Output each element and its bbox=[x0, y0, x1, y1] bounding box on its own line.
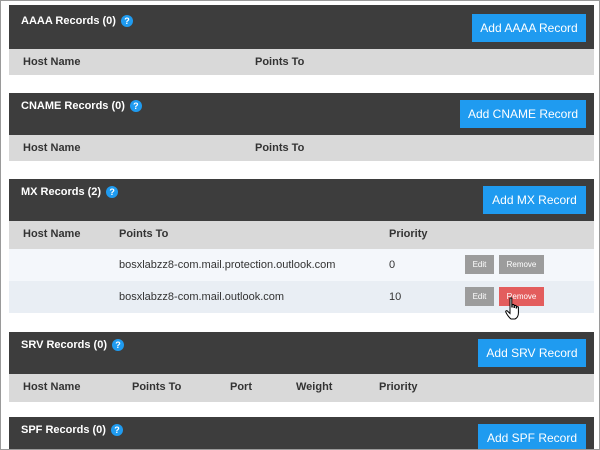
column-host-name: Host Name bbox=[23, 142, 81, 154]
column-port: Port bbox=[230, 381, 252, 393]
hand-pointer-icon bbox=[505, 297, 519, 320]
column-host-name: Host Name bbox=[23, 381, 81, 393]
column-weight: Weight bbox=[296, 381, 333, 393]
add-srv-record-button[interactable]: Add SRV Record bbox=[478, 339, 586, 367]
srv-records-header: SRV Records (0) ? Add SRV Record bbox=[9, 332, 594, 374]
row-points-to: bosxlabzz8-com.mail.protection.outlook.c… bbox=[119, 259, 336, 271]
help-icon[interactable]: ? bbox=[112, 339, 124, 351]
srv-records-title-wrap: SRV Records (0) ? bbox=[21, 339, 124, 351]
aaaa-records-title: AAAA Records (0) bbox=[21, 15, 116, 27]
cname-records-title: CNAME Records (0) bbox=[21, 100, 125, 112]
spf-records-header: SPF Records (0) ? Add SPF Record bbox=[9, 417, 594, 449]
help-icon[interactable]: ? bbox=[129, 100, 142, 112]
cname-records-section: CNAME Records (0) ? Add CNAME Record Hos… bbox=[9, 93, 594, 161]
srv-column-header: Host Name Points To Port Weight Priority bbox=[9, 374, 594, 402]
spf-records-title: SPF Records (0) bbox=[21, 424, 106, 436]
edit-button[interactable]: Edit bbox=[465, 287, 494, 306]
row-priority: 10 bbox=[389, 291, 402, 303]
mx-records-title-wrap: MX Records (2) ? bbox=[21, 186, 119, 198]
mx-records-title: MX Records (2) bbox=[21, 186, 102, 198]
help-icon[interactable]: ? bbox=[120, 15, 133, 27]
column-points-to: Points To bbox=[119, 228, 169, 240]
add-mx-record-button[interactable]: Add MX Record bbox=[483, 186, 586, 214]
aaaa-column-header: Host Name Points To bbox=[9, 49, 594, 75]
column-points-to: Points To bbox=[255, 56, 305, 68]
column-priority: Priority bbox=[389, 228, 428, 240]
add-spf-record-button[interactable]: Add SPF Record bbox=[478, 424, 586, 449]
dns-records-panel: AAAA Records (0) ? Add AAAA Record Host … bbox=[0, 0, 600, 450]
row-points-to: bosxlabzz8-com.mail.outlook.com bbox=[119, 291, 285, 303]
cname-column-header: Host Name Points To bbox=[9, 135, 594, 161]
edit-button[interactable]: Edit bbox=[465, 255, 494, 274]
srv-records-section: SRV Records (0) ? Add SRV Record Host Na… bbox=[9, 332, 594, 402]
spf-records-title-wrap: SPF Records (0) ? bbox=[21, 424, 123, 436]
column-host-name: Host Name bbox=[23, 228, 81, 240]
remove-button[interactable]: Remove bbox=[499, 255, 544, 274]
add-aaaa-record-button[interactable]: Add AAAA Record bbox=[472, 14, 586, 42]
aaaa-records-title-wrap: AAAA Records (0) ? bbox=[21, 15, 133, 27]
mx-records-header: MX Records (2) ? Add MX Record bbox=[9, 179, 594, 221]
column-points-to: Points To bbox=[132, 381, 182, 393]
mx-records-section: MX Records (2) ? Add MX Record Host Name… bbox=[9, 179, 594, 313]
table-row: bosxlabzz8-com.mail.protection.outlook.c… bbox=[9, 249, 594, 281]
add-cname-record-button[interactable]: Add CNAME Record bbox=[460, 100, 586, 128]
column-points-to: Points To bbox=[255, 142, 305, 154]
aaaa-records-header: AAAA Records (0) ? Add AAAA Record bbox=[9, 5, 594, 49]
help-icon[interactable]: ? bbox=[110, 424, 123, 436]
mx-column-header: Host Name Points To Priority bbox=[9, 221, 594, 249]
aaaa-records-section: AAAA Records (0) ? Add AAAA Record Host … bbox=[9, 5, 594, 75]
row-priority: 0 bbox=[389, 259, 396, 271]
spf-records-section: SPF Records (0) ? Add SPF Record bbox=[9, 417, 594, 449]
help-icon[interactable]: ? bbox=[106, 186, 119, 198]
cname-records-title-wrap: CNAME Records (0) ? bbox=[21, 100, 142, 112]
srv-records-title: SRV Records (0) bbox=[21, 339, 107, 351]
column-priority: Priority bbox=[379, 381, 418, 393]
cname-records-header: CNAME Records (0) ? Add CNAME Record bbox=[9, 93, 594, 135]
column-host-name: Host Name bbox=[23, 56, 81, 68]
